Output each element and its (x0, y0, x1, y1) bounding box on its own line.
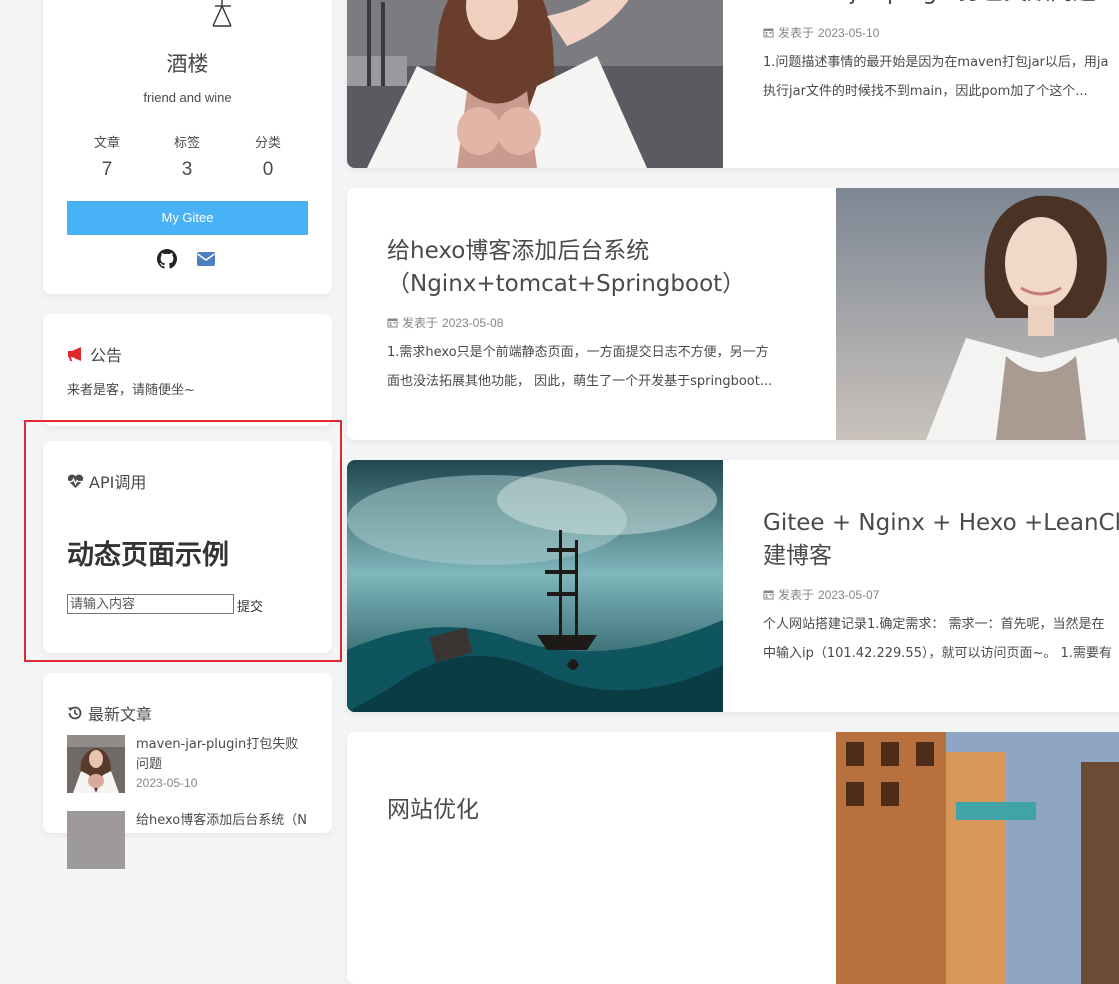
post-meta: 发表于 2023-05-08 (387, 314, 503, 331)
bullhorn-icon (68, 347, 81, 361)
announcement-header: 公告 (67, 342, 122, 366)
announcement-text: 来者是客，请随便坐~ (67, 383, 195, 398)
post-title[interactable]: 给hexo博客添加后台系统 （Nginx+tomcat+Springboot） (387, 235, 745, 301)
post-meta-label: 发表于 (402, 316, 439, 330)
stat-label: 文章 (93, 135, 120, 150)
announcement-card: 公告 来者是客，请随便坐~ (43, 314, 332, 426)
excerpt-line: 中输入ip（101.42.229.55），就可以访问页面~。 1.需要有 (763, 646, 1112, 661)
author-card: 酒楼 friend and wine 文章 7 标签 3 分类 0 My Git… (43, 0, 332, 294)
excerpt-line: 个人网站搭建记录1.确定需求： 需求一：首先呢，当然是在 (763, 617, 1105, 632)
post-meta: 发表于 2023-05-10 (763, 24, 879, 41)
calendar-icon (387, 318, 398, 328)
excerpt-line: 面也没法拓展其他功能， 因此，萌生了一个开发基于springboot... (387, 374, 773, 389)
post-title[interactable]: Gitee + Nginx + Hexo +LeanClou 建博客 (763, 507, 1119, 573)
stat-label: 标签 (173, 135, 200, 150)
post-title[interactable]: 网站优化 (387, 794, 479, 827)
announcement-title: 公告 (90, 346, 123, 365)
api-widget-title: API调用 (89, 473, 147, 492)
recent-posts-card: 最新文章 maven-jar-plugin打包失败问题 2023-05-10 给… (43, 673, 332, 869)
post-date: 2023-05-08 (442, 315, 504, 330)
stat-value: 0 (262, 159, 274, 180)
api-widget-card: API调用 动态页面示例 提交 (43, 441, 332, 653)
post-card[interactable]: 给hexo博客添加后台系统 （Nginx+tomcat+Springboot） … (347, 188, 1119, 440)
recent-post-date: 2023-05-10 (136, 776, 198, 790)
recent-post-thumbnail (67, 811, 125, 869)
stat-value: 3 (181, 159, 193, 180)
post-cover-image[interactable] (347, 460, 723, 712)
post-excerpt: 个人网站搭建记录1.确定需求： 需求一：首先呢，当然是在 中输入ip（101.4… (763, 610, 1112, 668)
recent-post-item[interactable]: 给hexo博客添加后台系统（N (67, 811, 308, 871)
recent-posts-title: 最新文章 (88, 705, 153, 724)
api-widget-heading: 动态页面示例 (67, 540, 229, 571)
post-date: 2023-05-10 (818, 25, 880, 40)
history-icon (68, 706, 82, 720)
title-line: Gitee + Nginx + Hexo +LeanClou (763, 510, 1119, 536)
stat-label: 分类 (254, 135, 281, 150)
api-widget-header: API调用 (67, 469, 146, 493)
stat-value: 7 (101, 159, 113, 180)
stat-articles[interactable]: 文章 7 (67, 132, 147, 181)
post-meta-label: 发表于 (778, 588, 815, 602)
envelope-icon[interactable] (196, 249, 216, 269)
post-card[interactable]: maven-jar-plugin打包失败问题 发表于 2023-05-10 1.… (347, 0, 1119, 168)
post-excerpt: 1.需求hexo只是个前端静态页面，一方面提交日志不方便，另一方 面也没法拓展其… (387, 338, 772, 396)
my-gitee-button[interactable]: My Gitee (67, 201, 308, 235)
api-text-input[interactable] (67, 594, 234, 614)
title-line: （Nginx+tomcat+Springboot） (387, 271, 746, 297)
post-meta-label: 发表于 (778, 26, 815, 40)
post-title[interactable]: maven-jar-plugin打包失败问题 (763, 0, 1096, 9)
post-meta: 发表于 2023-05-07 (763, 586, 879, 603)
excerpt-line: 1.需求hexo只是个前端静态页面，一方面提交日志不方便，另一方 (387, 345, 769, 360)
recent-post-title: 给hexo博客添加后台系统（N (136, 813, 307, 828)
post-cover-image[interactable] (836, 188, 1119, 440)
stat-tags[interactable]: 标签 3 (147, 132, 227, 181)
post-date: 2023-05-07 (818, 587, 880, 602)
author-name: 酒楼 (166, 52, 209, 76)
author-description: friend and wine (143, 90, 232, 105)
calendar-icon (763, 590, 774, 600)
recent-posts-header: 最新文章 (67, 701, 152, 725)
avatar (212, 0, 232, 27)
post-card[interactable]: 网站优化 (347, 732, 1119, 984)
excerpt-line: 执行jar文件的时候找不到main，因此pom加了个这个... (763, 84, 1088, 99)
post-cover-image[interactable] (347, 0, 723, 168)
title-line: 建博客 (763, 543, 832, 569)
post-cover-image[interactable] (836, 732, 1119, 984)
excerpt-line: 1.问题描述事情的最开始是因为在maven打包jar以后，用ja (763, 55, 1109, 70)
heartbeat-icon (67, 474, 84, 488)
github-icon[interactable] (157, 249, 177, 269)
recent-post-item[interactable]: maven-jar-plugin打包失败问题 2023-05-10 (67, 735, 308, 795)
post-excerpt: 1.问题描述事情的最开始是因为在maven打包jar以后，用ja 执行jar文件… (763, 48, 1108, 106)
recent-post-thumbnail (67, 735, 125, 793)
recent-post-title: maven-jar-plugin打包失败问题 (136, 737, 299, 772)
api-submit-button[interactable]: 提交 (237, 596, 263, 615)
stat-categories[interactable]: 分类 0 (228, 132, 308, 181)
calendar-icon (763, 28, 774, 38)
post-card[interactable]: Gitee + Nginx + Hexo +LeanClou 建博客 发表于 2… (347, 460, 1119, 712)
title-line: 给hexo博客添加后台系统 (387, 238, 650, 264)
